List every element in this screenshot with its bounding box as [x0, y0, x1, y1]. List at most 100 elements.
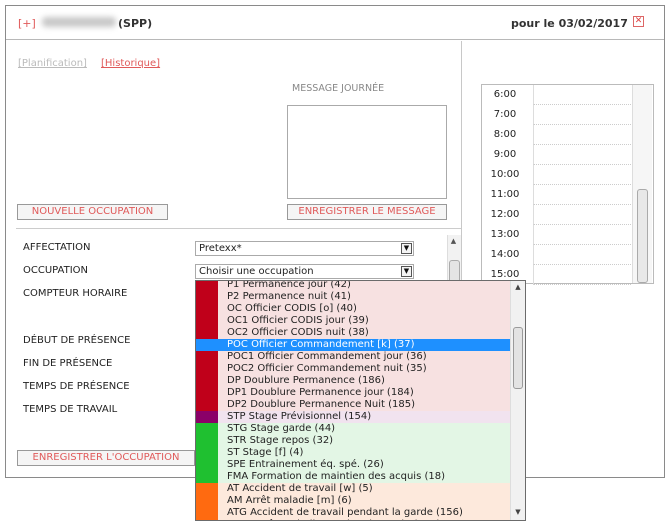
color-swatch	[196, 327, 218, 339]
dropdown-option[interactable]: STG Stage garde (44)	[196, 423, 510, 435]
time-cell[interactable]	[533, 205, 631, 225]
option-label: OC1 Officier CODIS jour (39)	[227, 315, 369, 326]
dropdown-option[interactable]: DP1 Doublure Permanence jour (184)	[196, 387, 510, 399]
tab-planification[interactable]: [Planification]	[18, 58, 87, 69]
dropdown-option[interactable]: ATG Accident de travail pendant la garde…	[196, 507, 510, 519]
color-swatch	[196, 363, 218, 375]
compteur-label: COMPTEUR HORAIRE	[23, 288, 128, 299]
time-slot-row[interactable]: 9:00	[482, 145, 653, 165]
close-icon[interactable]: ✕	[633, 16, 644, 27]
time-slot-row[interactable]: 10:00	[482, 165, 653, 185]
dropdown-option[interactable]: OC1 Officier CODIS jour (39)	[196, 315, 510, 327]
save-occupation-button[interactable]: ENREGISTRER L'OCCUPATION	[17, 450, 195, 466]
color-swatch	[196, 399, 218, 411]
time-cell[interactable]	[533, 85, 631, 105]
time-label: 7:00	[493, 109, 517, 120]
dropdown-option[interactable]: OC Officier CODIS [o] (40)	[196, 303, 510, 315]
option-label: ST Stage [f] (4)	[227, 447, 304, 458]
time-label: 6:00	[493, 89, 517, 100]
option-label: OC2 Officier CODIS nuit (38)	[227, 327, 369, 338]
color-swatch	[196, 507, 218, 519]
time-label: 10:00	[490, 169, 520, 180]
scroll-up-icon[interactable]: ▲	[512, 282, 524, 293]
option-label: POC2 Officier Commandement nuit (35)	[227, 363, 427, 374]
dropdown-option[interactable]: OC2 Officier CODIS nuit (38)	[196, 327, 510, 339]
temps-presence-label: TEMPS DE PRÉSENCE	[23, 381, 130, 392]
affectation-value: Pretexx*	[199, 243, 242, 254]
status-label: (SPP)	[118, 17, 153, 30]
occupation-dropdown-list: P1 Permanence jour (42) P2 Permanence nui…	[195, 280, 526, 521]
occupation-value: Choisir une occupation	[199, 266, 314, 277]
time-slot-row[interactable]: 6:00	[482, 85, 653, 105]
schedule-grid: 6:00 7:00 8:00 9:00 10:00 11:00 12:00 13:00 14:0…	[481, 84, 654, 285]
time-cell[interactable]	[533, 105, 631, 125]
dropdown-option[interactable]: STR Stage repos (32)	[196, 435, 510, 447]
color-swatch	[196, 281, 218, 291]
schedule-scrollbar[interactable]	[632, 85, 652, 283]
color-swatch	[196, 447, 218, 459]
color-swatch	[196, 471, 218, 483]
time-slot-row[interactable]: 8:00	[482, 125, 653, 145]
option-label: STR Stage repos (32)	[227, 435, 334, 446]
time-cell[interactable]	[533, 245, 631, 265]
scroll-down-icon[interactable]: ▼	[512, 507, 524, 518]
scroll-up-icon[interactable]: ▲	[448, 236, 459, 247]
occupation-label: OCCUPATION	[23, 265, 89, 276]
scrollbar-thumb[interactable]	[637, 189, 648, 283]
dropdown-option[interactable]: ST Stage [f] (4)	[196, 447, 510, 459]
time-cell[interactable]	[533, 165, 631, 185]
option-label: FMA Formation de maintien des acquis (18…	[227, 471, 445, 482]
dropdown-option-selected[interactable]: POC Officier Commandement [k] (37)	[196, 339, 510, 351]
time-slot-row[interactable]: 13:00	[482, 225, 653, 245]
time-slot-row[interactable]: 14:00	[482, 245, 653, 265]
dropdown-option[interactable]: SPE Entrainement éq. spé. (26)	[196, 459, 510, 471]
option-label: DP2 Doublure Permanence Nuit (185)	[227, 399, 415, 410]
color-swatch	[196, 423, 218, 435]
dropdown-option[interactable]: POC2 Officier Commandement nuit (35)	[196, 363, 510, 375]
dropdown-option[interactable]: DP2 Doublure Permanence Nuit (185)	[196, 399, 510, 411]
fin-label: FIN DE PRÉSENCE	[23, 358, 113, 369]
option-label: POC Officier Commandement [k] (37)	[227, 339, 415, 350]
tab-historique[interactable]: [Historique]	[101, 58, 160, 69]
dropdown-scrollbar[interactable]: ▲ ▼	[510, 281, 525, 520]
option-label: AMG Arrêt maladie pendant la garde (157)	[227, 519, 440, 520]
save-message-button[interactable]: ENREGISTRER LE MESSAGE	[287, 204, 447, 220]
time-label: 11:00	[490, 189, 520, 200]
date-label: pour le 03/02/2017	[511, 17, 628, 30]
time-cell[interactable]	[533, 265, 631, 285]
temps-travail-label: TEMPS DE TRAVAIL	[23, 404, 118, 415]
debut-label: DÉBUT DE PRÉSENCE	[23, 335, 131, 346]
color-swatch	[196, 483, 218, 495]
chevron-down-icon: ▼	[401, 243, 412, 254]
color-swatch	[196, 375, 218, 387]
time-slot-row[interactable]: 12:00	[482, 205, 653, 225]
time-cell[interactable]	[533, 145, 631, 165]
option-label: AT Accident de travail [w] (5)	[227, 483, 373, 494]
dropdown-option[interactable]: AM Arrêt maladie [m] (6)	[196, 495, 510, 507]
time-cell[interactable]	[533, 125, 631, 145]
dropdown-option[interactable]: STP Stage Prévisionnel (154)	[196, 411, 510, 423]
option-label: P1 Permanence jour (42)	[227, 280, 351, 290]
time-slot-row[interactable]: 11:00	[482, 185, 653, 205]
dropdown-option[interactable]: POC1 Officier Commandement jour (36)	[196, 351, 510, 363]
new-occupation-button[interactable]: NOUVELLE OCCUPATION	[17, 204, 168, 220]
dropdown-option[interactable]: FMA Formation de maintien des acquis (18…	[196, 471, 510, 483]
time-slot-row[interactable]: 7:00	[482, 105, 653, 125]
affectation-label: AFFECTATION	[23, 242, 91, 253]
time-cell[interactable]	[533, 225, 631, 245]
message-textarea[interactable]	[287, 105, 447, 199]
expand-button[interactable]: [+]	[18, 17, 36, 30]
dropdown-option[interactable]: P1 Permanence jour (42)	[196, 280, 510, 291]
dropdown-option[interactable]: P2 Permanence nuit (41)	[196, 291, 510, 303]
scrollbar-thumb[interactable]	[513, 327, 523, 389]
dropdown-option[interactable]: AMG Arrêt maladie pendant la garde (157)	[196, 519, 510, 520]
occupation-select[interactable]: Choisir une occupation ▼	[195, 264, 414, 279]
color-swatch	[196, 495, 218, 507]
blurred-name	[42, 17, 116, 27]
affectation-select[interactable]: Pretexx* ▼	[195, 241, 414, 256]
color-swatch	[196, 303, 218, 315]
time-cell[interactable]	[533, 185, 631, 205]
option-label: AM Arrêt maladie [m] (6)	[227, 495, 352, 506]
dropdown-option[interactable]: DP Doublure Permanence (186)	[196, 375, 510, 387]
dropdown-option[interactable]: AT Accident de travail [w] (5)	[196, 483, 510, 495]
